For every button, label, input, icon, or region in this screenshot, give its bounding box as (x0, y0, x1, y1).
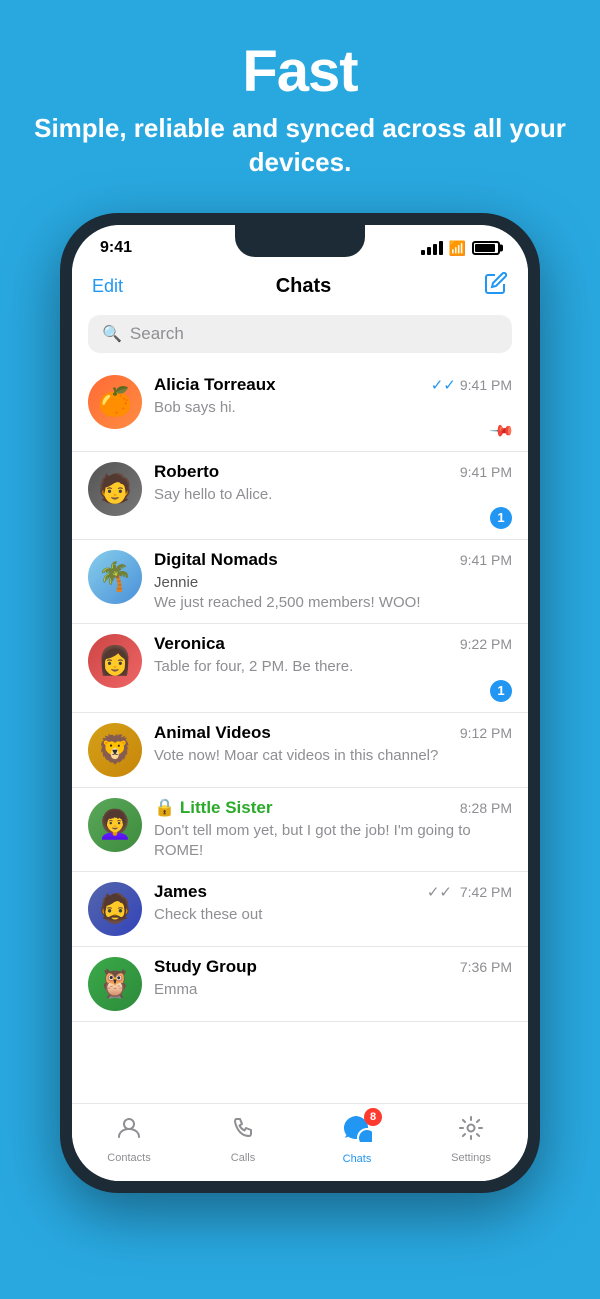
chat-time: ✓✓9:41 PM (431, 376, 512, 394)
chat-name: 🔒 Little Sister (154, 798, 272, 818)
list-item[interactable]: 🦁 Animal Videos 9:12 PM Vote now! Moar c… (72, 713, 528, 788)
nav-badge: 8 (342, 1114, 372, 1149)
nav-item-chats[interactable]: 8 Chats (300, 1114, 414, 1165)
wifi-icon: 📶 (449, 240, 466, 257)
bottom-nav: Contacts Calls (72, 1103, 528, 1181)
phone-notch (235, 225, 365, 257)
phone-wrapper: 9:41 📶 Edit Chats (0, 203, 600, 1193)
phone-icon (230, 1115, 256, 1148)
chat-name: Alicia Torreaux (154, 375, 276, 395)
search-icon: 🔍 (102, 324, 122, 344)
nav-item-settings[interactable]: Settings (414, 1115, 528, 1164)
hero-section: Fast Simple, reliable and synced across … (0, 0, 600, 203)
phone-frame: 9:41 📶 Edit Chats (60, 213, 540, 1193)
chat-preview: Say hello to Alice. (154, 485, 512, 505)
chat-name: Veronica (154, 634, 225, 654)
avatar: 🧔 (88, 882, 142, 936)
chat-preview: Table for four, 2 PM. Be there. (154, 657, 512, 677)
chat-preview: Vote now! Moar cat videos in this channe… (154, 746, 512, 766)
chat-name: Roberto (154, 462, 219, 482)
list-item[interactable]: 🍊 Alicia Torreaux ✓✓9:41 PM Bob says hi.… (72, 365, 528, 451)
status-time: 9:41 (100, 239, 132, 257)
chat-name: Digital Nomads (154, 550, 278, 570)
list-item[interactable]: 🧔 James ✓✓ 7:42 PM Check these out (72, 872, 528, 947)
signal-bars-icon (421, 241, 443, 255)
avatar: 🦉 (88, 957, 142, 1011)
page-title: Chats (276, 275, 332, 298)
search-placeholder: Search (130, 324, 184, 344)
phone-screen: 9:41 📶 Edit Chats (72, 225, 528, 1181)
hero-subtitle: Simple, reliable and synced across all y… (30, 112, 570, 180)
battery-icon (472, 241, 500, 255)
chat-name: Study Group (154, 957, 257, 977)
nav-label-calls: Calls (231, 1152, 255, 1164)
avatar: 🍊 (88, 375, 142, 429)
chat-preview: Don't tell mom yet, but I got the job! I… (154, 821, 512, 862)
list-item[interactable]: 👩‍🦱 🔒 Little Sister 8:28 PM Don't tell m… (72, 788, 528, 873)
status-icons: 📶 (421, 240, 500, 257)
list-item[interactable]: 🧑 Roberto 9:41 PM Say hello to Alice. 1 (72, 452, 528, 540)
chat-time: 9:12 PM (460, 725, 512, 741)
avatar: 👩 (88, 634, 142, 688)
avatar: 🌴 (88, 550, 142, 604)
avatar: 👩‍🦱 (88, 798, 142, 852)
chat-name: Animal Videos (154, 723, 271, 743)
nav-label-settings: Settings (451, 1152, 491, 1164)
double-check-icon: ✓✓ (431, 377, 456, 394)
chat-preview: Emma (154, 980, 512, 1000)
nav-label-contacts: Contacts (107, 1152, 150, 1164)
chat-time: 9:22 PM (460, 636, 512, 652)
list-item[interactable]: 👩 Veronica 9:22 PM Table for four, 2 PM.… (72, 624, 528, 712)
gear-icon (458, 1115, 484, 1148)
list-item[interactable]: 🦉 Study Group 7:36 PM Emma (72, 947, 528, 1022)
app-header: Edit Chats (72, 265, 528, 311)
chat-preview: JennieWe just reached 2,500 members! WOO… (154, 573, 512, 614)
chat-list: 🍊 Alicia Torreaux ✓✓9:41 PM Bob says hi.… (72, 365, 528, 1103)
search-bar[interactable]: 🔍 Search (88, 315, 512, 353)
unread-badge: 1 (490, 507, 512, 529)
nav-label-chats: Chats (343, 1153, 372, 1165)
nav-badge-count: 8 (364, 1108, 382, 1126)
search-container: 🔍 Search (72, 311, 528, 365)
chat-time: ✓✓ 7:42 PM (427, 883, 512, 901)
chat-bubble-icon: 8 (342, 1114, 372, 1149)
chat-preview: Check these out (154, 905, 512, 925)
chat-time: 9:41 PM (460, 552, 512, 568)
nav-item-calls[interactable]: Calls (186, 1115, 300, 1164)
chat-preview: Bob says hi. (154, 398, 512, 418)
chat-name: James (154, 882, 207, 902)
avatar: 🦁 (88, 723, 142, 777)
pin-icon: 📌 (488, 417, 516, 445)
chat-time: 8:28 PM (460, 800, 512, 816)
unread-badge: 1 (490, 680, 512, 702)
nav-item-contacts[interactable]: Contacts (72, 1115, 186, 1164)
edit-button[interactable]: Edit (92, 276, 123, 297)
person-icon (116, 1115, 142, 1148)
compose-button[interactable] (484, 271, 508, 301)
double-check-icon: ✓✓ (427, 884, 452, 901)
avatar: 🧑 (88, 462, 142, 516)
chat-time: 9:41 PM (460, 464, 512, 480)
chat-time: 7:36 PM (460, 959, 512, 975)
list-item[interactable]: 🌴 Digital Nomads 9:41 PM JennieWe just r… (72, 540, 528, 625)
hero-title: Fast (30, 40, 570, 104)
